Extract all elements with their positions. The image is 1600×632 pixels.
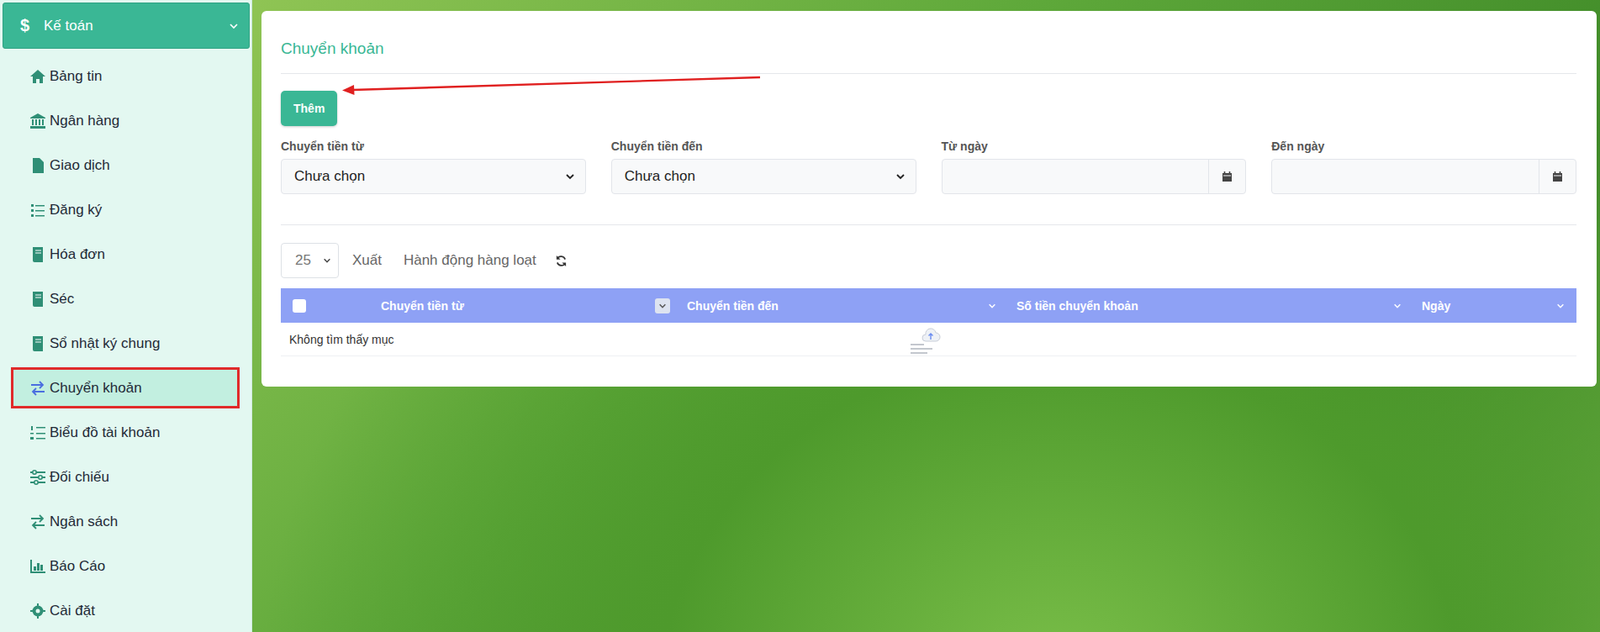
refresh-icon (554, 254, 568, 268)
filters: Chuyển tiền từ Chưa chọn Chuyển tiền đến… (280, 139, 1577, 195)
page-title: Chuyển khoản (280, 39, 1577, 59)
column-header[interactable]: Chuyển tiền đến (678, 288, 1009, 323)
sidebar-item[interactable]: Đối chiếu (10, 456, 239, 498)
column-header[interactable]: Ngày (1413, 288, 1577, 323)
main-area: Chuyển khoản Thêm Chuyển tiền từ Chưa ch… (252, 0, 1600, 632)
book-icon (29, 246, 47, 264)
filter-field: Chuyển tiền đến Chưa chọn (611, 139, 917, 195)
screen: $ Kế toán Bảng tin Ngân hàng Giao dịch Đ… (0, 0, 1600, 632)
calendar-icon (1552, 170, 1564, 183)
transfers-table: Chuyển tiền từ Chuyển tiền đến Số tiền c… (280, 288, 1577, 357)
book-icon (29, 335, 47, 353)
page-size-select[interactable]: 25 (280, 242, 339, 279)
annotation-arrow-icon (261, 10, 867, 129)
sidebar-item[interactable]: Báo Cáo (10, 545, 239, 587)
date-input[interactable] (941, 158, 1247, 195)
sidebar-item[interactable]: Cài đặt (10, 590, 239, 632)
sort-icon (1393, 301, 1402, 311)
calendar-icon (1221, 170, 1233, 183)
sidebar-menu: Bảng tin Ngân hàng Giao dịch Đăng ký Hóa… (0, 48, 252, 632)
date-input[interactable] (1271, 158, 1577, 195)
sidebar-header[interactable]: $ Kế toán (2, 2, 250, 49)
select-all-checkbox[interactable] (292, 299, 307, 313)
empty-row: Không tìm thấy mục (280, 322, 1577, 357)
filter-label: Chuyển tiền đến (611, 139, 917, 154)
dollar-icon: $ (20, 15, 32, 36)
refresh-button[interactable] (549, 248, 573, 275)
chevron-icon (895, 171, 906, 182)
bulk-actions-button[interactable]: Hành động hàng loạt (395, 245, 545, 276)
filter-label: Đến ngày (1271, 139, 1577, 154)
listol-icon (29, 424, 47, 442)
chevron-icon (228, 21, 239, 32)
sidebar-item[interactable]: Bảng tin (10, 55, 239, 97)
filter-field: Chuyển tiền từ Chưa chọn (280, 139, 587, 195)
sidebar-item[interactable]: Chuyển khoản (10, 367, 240, 409)
sidebar-item[interactable]: Ngân hàng (10, 100, 239, 142)
sidebar-item[interactable]: Giao dịch (10, 144, 239, 186)
sidebar-item[interactable]: Sổ nhật ký chung (10, 322, 239, 365)
sidebar-item[interactable]: Ngân sách (10, 501, 239, 543)
filter-label: Từ ngày (941, 139, 1247, 154)
chevron-icon (322, 256, 332, 265)
table-header: Chuyển tiền từ Chuyển tiền đến Số tiền c… (280, 288, 1577, 323)
sort-icon (987, 301, 997, 311)
chevron-icon (565, 171, 576, 182)
list-icon (29, 201, 47, 219)
book-icon (29, 290, 47, 308)
filter-select[interactable]: Chưa chọn (280, 158, 587, 195)
table-toolbar: 25 Xuất Hành động hàng loạt (280, 242, 1577, 279)
file-icon (29, 157, 47, 175)
sort-icon (658, 301, 667, 311)
gear-icon (29, 602, 47, 620)
sidebar-item[interactable]: Biểu đồ tài khoản (10, 411, 239, 454)
filter-label: Chuyển tiền từ (280, 139, 587, 154)
filter-field: Từ ngày (941, 139, 1247, 195)
column-header[interactable]: Chuyển tiền từ (372, 288, 679, 323)
empty-state-icon (907, 324, 941, 355)
transfer-card: Chuyển khoản Thêm Chuyển tiền từ Chưa ch… (261, 10, 1597, 387)
home-icon (29, 68, 47, 85)
sidebar-item[interactable]: Séc (10, 278, 239, 320)
bank-icon (29, 112, 47, 130)
add-button[interactable]: Thêm (280, 90, 338, 127)
sidebar-item[interactable]: Đăng ký (10, 189, 239, 231)
swap-icon (29, 380, 47, 397)
export-button[interactable]: Xuất (343, 245, 391, 276)
filter-field: Đến ngày (1271, 139, 1577, 195)
sidebar: $ Kế toán Bảng tin Ngân hàng Giao dịch Đ… (0, 0, 253, 632)
sidebar-item[interactable]: Hóa đơn (10, 233, 239, 275)
filter-select[interactable]: Chưa chọn (611, 158, 917, 195)
column-header[interactable]: Số tiền chuyển khoản (1008, 288, 1414, 323)
sliders-icon (29, 469, 47, 486)
swap-icon (29, 513, 47, 531)
sort-icon (1556, 301, 1565, 311)
chart-icon (29, 558, 47, 576)
